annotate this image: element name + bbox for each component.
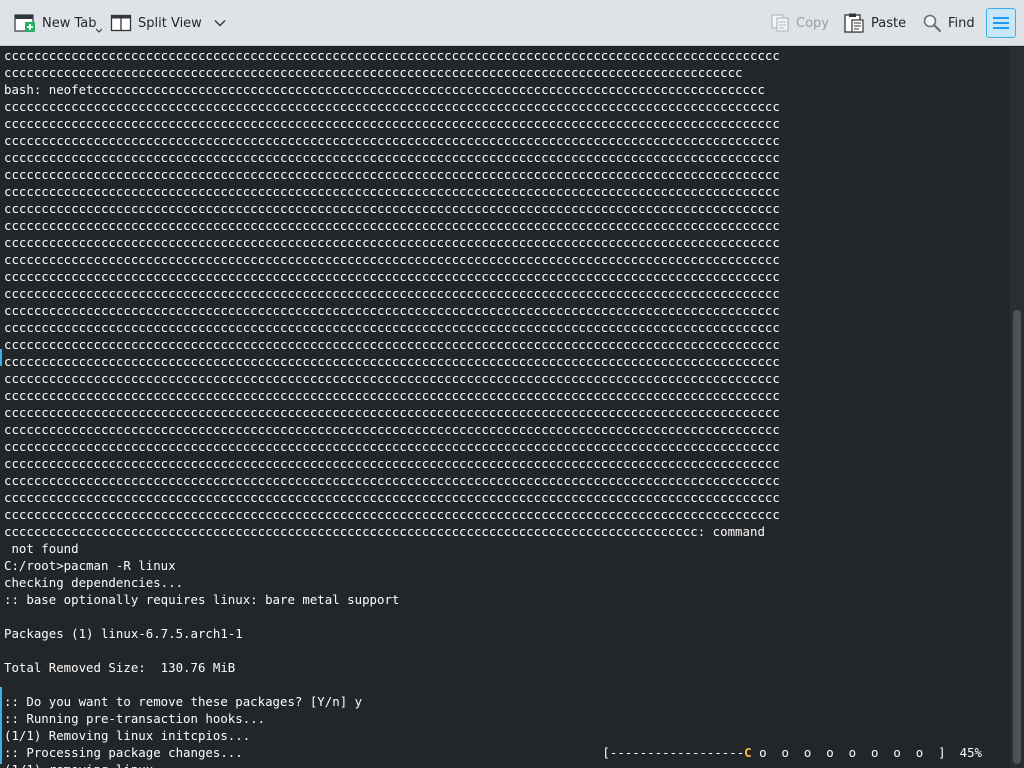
terminal-line: cccccccccccccccccccccccccccccccccccccccc…	[4, 133, 780, 148]
terminal-line: (1/1) removing linux	[4, 761, 780, 768]
terminal-line: not found	[4, 541, 79, 556]
terminal-line: cccccccccccccccccccccccccccccccccccccccc…	[4, 303, 780, 318]
split-view-icon	[110, 14, 132, 32]
line-marker	[0, 349, 2, 366]
terminal-line: cccccccccccccccccccccccccccccccccccccccc…	[4, 48, 780, 63]
terminal-line: cccccccccccccccccccccccccccccccccccccccc…	[4, 524, 765, 539]
terminal-line: cccccccccccccccccccccccccccccccccccccccc…	[4, 269, 780, 284]
new-tab-button[interactable]: New Tab	[14, 0, 102, 46]
find-button[interactable]: Find	[922, 0, 975, 46]
hamburger-menu-icon	[993, 17, 1009, 29]
terminal-output: cccccccccccccccccccccccccccccccccccccccc…	[4, 47, 780, 768]
terminal-view[interactable]: cccccccccccccccccccccccccccccccccccccccc…	[0, 47, 1010, 768]
split-view-button[interactable]: Split View	[110, 0, 226, 46]
terminal-line: cccccccccccccccccccccccccccccccccccccccc…	[4, 65, 743, 80]
progress-bar-right: o o o o o o o o ]	[751, 745, 946, 760]
terminal-line: cccccccccccccccccccccccccccccccccccccccc…	[4, 354, 780, 369]
terminal-line: cccccccccccccccccccccccccccccccccccccccc…	[4, 116, 780, 131]
terminal-line: (1/1) Removing linux initcpios...	[4, 728, 251, 743]
copy-icon	[771, 14, 789, 32]
line-marker	[0, 687, 2, 764]
new-tab-dropdown-icon[interactable]	[95, 28, 102, 34]
terminal-line: cccccccccccccccccccccccccccccccccccccccc…	[4, 184, 780, 199]
new-tab-label: New Tab	[42, 15, 97, 31]
terminal-line: bash: neofetcccccccccccccccccccccccccccc…	[4, 82, 765, 97]
terminal-line: :: base optionally requires linux: bare …	[4, 592, 400, 607]
terminal-line: cccccccccccccccccccccccccccccccccccccccc…	[4, 456, 780, 471]
terminal-line: checking dependencies...	[4, 575, 184, 590]
paste-label: Paste	[871, 15, 907, 31]
terminal-line: cccccccccccccccccccccccccccccccccccccccc…	[4, 235, 780, 250]
copy-label: Copy	[796, 15, 829, 31]
terminal-line: cccccccccccccccccccccccccccccccccccccccc…	[4, 422, 780, 437]
terminal-line: cccccccccccccccccccccccccccccccccccccccc…	[4, 405, 780, 420]
progress-percent: 45%	[959, 745, 982, 760]
terminal-line: :: Do you want to remove these packages?…	[4, 694, 363, 709]
copy-button[interactable]: Copy	[770, 0, 829, 46]
terminal-line: cccccccccccccccccccccccccccccccccccccccc…	[4, 150, 780, 165]
terminal-line: cccccccccccccccccccccccccccccccccccccccc…	[4, 473, 780, 488]
terminal-line: cccccccccccccccccccccccccccccccccccccccc…	[4, 507, 780, 522]
hamburger-menu-button[interactable]	[986, 8, 1016, 38]
terminal-line: cccccccccccccccccccccccccccccccccccccccc…	[4, 388, 780, 403]
progress-bar-left: [------------------	[602, 745, 745, 760]
search-icon	[923, 14, 942, 33]
split-view-label: Split View	[138, 15, 202, 31]
terminal-line: cccccccccccccccccccccccccccccccccccccccc…	[4, 167, 780, 182]
paste-icon	[844, 13, 864, 33]
terminal-line: Packages (1) linux-6.7.5.arch1-1	[4, 626, 243, 641]
terminal-line: cccccccccccccccccccccccccccccccccccccccc…	[4, 490, 780, 505]
find-label: Find	[948, 15, 975, 31]
pacman-progress-bar: [------------------C o o o o o o o o ] 45…	[602, 744, 982, 761]
terminal-line: C:/root>pacman -R linux	[4, 558, 176, 573]
terminal-line: Total Removed Size: 130.76 MiB	[4, 660, 236, 675]
terminal-toolbar: New Tab Split View Copy Paste Find	[0, 0, 1024, 46]
terminal-line: :: Running pre-transaction hooks...	[4, 711, 266, 726]
terminal-line: cccccccccccccccccccccccccccccccccccccccc…	[4, 286, 780, 301]
terminal-line: cccccccccccccccccccccccccccccccccccccccc…	[4, 337, 780, 352]
terminal-line: cccccccccccccccccccccccccccccccccccccccc…	[4, 218, 780, 233]
new-tab-icon	[14, 14, 35, 32]
terminal-line: cccccccccccccccccccccccccccccccccccccccc…	[4, 439, 780, 454]
paste-button[interactable]: Paste	[843, 0, 906, 46]
scrollbar-thumb[interactable]	[1013, 310, 1021, 764]
terminal-line: cccccccccccccccccccccccccccccccccccccccc…	[4, 99, 780, 114]
split-view-chevron-down-icon[interactable]	[214, 19, 226, 27]
terminal-line: cccccccccccccccccccccccccccccccccccccccc…	[4, 252, 780, 267]
pacman-glyph: C	[744, 745, 752, 760]
terminal-line: cccccccccccccccccccccccccccccccccccccccc…	[4, 320, 780, 335]
terminal-line: cccccccccccccccccccccccccccccccccccccccc…	[4, 201, 780, 216]
terminal-scrollbar[interactable]	[1010, 47, 1024, 768]
terminal-line: cccccccccccccccccccccccccccccccccccccccc…	[4, 371, 780, 386]
